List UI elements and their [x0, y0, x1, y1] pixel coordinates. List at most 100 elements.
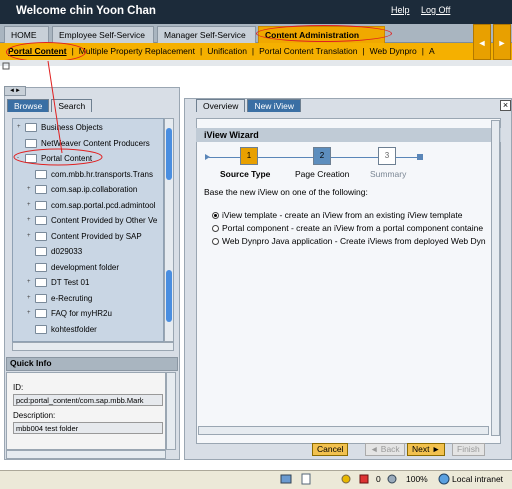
tree-item-label: com.sap.portal.pcd.admintool — [51, 200, 156, 210]
expand-icon[interactable]: + — [27, 232, 35, 241]
tree-item-label: DT Test 01 — [51, 278, 90, 287]
subtab-multiple-property-replacement[interactable]: Multiple Property Replacement — [75, 43, 199, 60]
roadmap-step-1[interactable]: 1 — [240, 147, 258, 165]
tab-home[interactable]: HOME — [4, 26, 49, 43]
roadmap-step-3-label: Summary — [370, 169, 407, 179]
radio-button[interactable] — [212, 238, 219, 245]
wizard-instruction: Base the new iView on one of the followi… — [204, 187, 368, 197]
quick-info-description-field: mbb004 test folder — [13, 422, 163, 434]
roadmap-step-2-label: Page Creation — [295, 169, 350, 179]
collapse-icon[interactable]: - — [17, 154, 25, 163]
quick-info-id-field: pcd:portal_content/com.sap.mbb.Mark — [13, 394, 163, 406]
notification-icon — [341, 474, 351, 484]
blank-icon — [27, 263, 35, 272]
folder-icon — [35, 324, 47, 334]
folder-icon — [35, 278, 47, 287]
tree-item-label: FAQ for myHR2u — [51, 309, 112, 318]
folder-icon — [35, 216, 47, 225]
blank-icon — [27, 170, 35, 179]
quick-info-body: ID: pcd:portal_content/com.sap.mbb.Mark … — [6, 372, 166, 450]
tab-new-iview[interactable]: New iView — [247, 99, 301, 112]
wizard-title: iView Wizard — [204, 130, 259, 140]
popup-count: 0 — [376, 474, 381, 484]
tree-item-label: Portal Content — [41, 154, 93, 163]
tree-item-label: d029033 — [51, 247, 83, 256]
option-web-dynpro[interactable]: Web Dynpro Java application - Create iVi… — [212, 236, 486, 247]
folder-icon — [35, 231, 47, 241]
scroll-right-arrow-icon[interactable]: ► — [493, 24, 511, 60]
portal-header: Welcome chin Yoon Chan Help Log Off — [0, 0, 512, 24]
tree-item-label: Content Provided by SAP — [51, 231, 142, 241]
folder-icon — [35, 309, 47, 318]
quick-info-title: Quick Info — [10, 358, 52, 368]
option-portal-component[interactable]: Portal component - create an iView from … — [212, 223, 483, 234]
quick-info-id-label: ID: — [13, 383, 24, 392]
finish-button[interactable]: Finish — [452, 443, 485, 456]
quick-info-horizontal-scrollbar[interactable] — [6, 450, 166, 459]
folder-icon — [35, 293, 47, 303]
tree-item-label: kohtestfolder — [51, 324, 97, 334]
tree-scroll-thumb[interactable] — [166, 128, 172, 180]
collapse-panel-icon[interactable]: ◄► — [4, 86, 26, 96]
expand-icon[interactable]: + — [27, 216, 35, 225]
option-label: Web Dynpro Java application - Create iVi… — [222, 236, 486, 246]
tree-horizontal-scrollbar[interactable] — [12, 342, 174, 351]
wizard-horizontal-scrollbar[interactable] — [198, 426, 489, 435]
tab-overview[interactable]: Overview — [196, 99, 246, 112]
tree-item-label: NetWeaver Content Producers — [41, 138, 150, 148]
option-label: iView template - create an iView from an… — [222, 210, 463, 220]
content-area-strip — [0, 60, 512, 66]
back-button[interactable]: ◄ Back — [365, 443, 405, 456]
tree-item-label: e-Recruting — [51, 293, 93, 303]
help-link[interactable]: Help — [391, 5, 410, 15]
subtab-web-dynpro[interactable]: Web Dynpro — [366, 43, 421, 60]
tab-browse[interactable]: Browse — [7, 99, 50, 112]
wizard-vertical-scrollbar[interactable] — [491, 120, 500, 436]
quick-info-scrollbar[interactable] — [166, 372, 176, 450]
popup-blocker-icon[interactable] — [358, 473, 370, 485]
portal-catalog-tree: + Business Objects NetWeaver Content Produ… — [12, 118, 164, 342]
roadmap-step-2[interactable]: 2 — [313, 147, 331, 165]
pin-icon[interactable] — [2, 62, 10, 70]
welcome-message: Welcome chin Yoon Chan — [16, 5, 156, 17]
quick-info-description-label: Description: — [13, 411, 56, 420]
subtab-unification[interactable]: Unification — [203, 43, 251, 60]
tree-item-label: development folder — [51, 262, 120, 272]
folder-icon — [35, 185, 47, 194]
scroll-left-arrow-icon[interactable]: ◄ — [473, 24, 491, 60]
tab-employee-self-service[interactable]: Employee Self-Service — [52, 26, 154, 43]
option-iview-template[interactable]: iView template - create an iView from an… — [212, 210, 462, 221]
folder-icon — [25, 138, 37, 148]
folder-icon — [35, 262, 47, 272]
zoom-level[interactable]: 100% — [406, 474, 428, 484]
tree-item-label: Business Objects — [41, 123, 103, 132]
annotation-circle-content-administration — [256, 25, 392, 42]
subtab-portal-content-translation[interactable]: Portal Content Translation — [255, 43, 361, 60]
expand-icon[interactable]: + — [17, 123, 25, 132]
folder-icon — [35, 169, 47, 179]
expand-icon[interactable]: + — [27, 185, 35, 194]
roadmap-step-3: 3 — [378, 147, 396, 165]
folder-icon — [35, 200, 47, 210]
settings-icon[interactable] — [386, 473, 398, 485]
subtab-more[interactable]: A — [425, 43, 439, 60]
tab-search[interactable]: Search — [51, 99, 93, 112]
cancel-button[interactable]: Cancel — [312, 443, 349, 456]
radio-button[interactable] — [212, 225, 219, 232]
globe-icon — [438, 473, 450, 485]
close-icon[interactable]: × — [500, 100, 511, 111]
blank-icon — [17, 139, 25, 148]
expand-icon[interactable]: + — [27, 309, 35, 318]
tree-item-label: Content Provided by Other Ve — [51, 216, 158, 225]
expand-icon[interactable]: + — [27, 201, 35, 210]
expand-icon[interactable]: + — [27, 294, 35, 303]
page-icon — [301, 473, 311, 485]
option-label: Portal component - create an iView from … — [222, 223, 484, 233]
radio-button-selected[interactable] — [212, 212, 219, 219]
tab-manager-self-service[interactable]: Manager Self-Service — [157, 26, 256, 43]
expand-icon[interactable]: + — [27, 278, 35, 287]
iview-wizard — [196, 118, 501, 444]
next-button[interactable]: Next ► — [407, 443, 446, 456]
tree-scroll-thumb-lower[interactable] — [166, 270, 172, 322]
logoff-link[interactable]: Log Off — [421, 5, 450, 15]
